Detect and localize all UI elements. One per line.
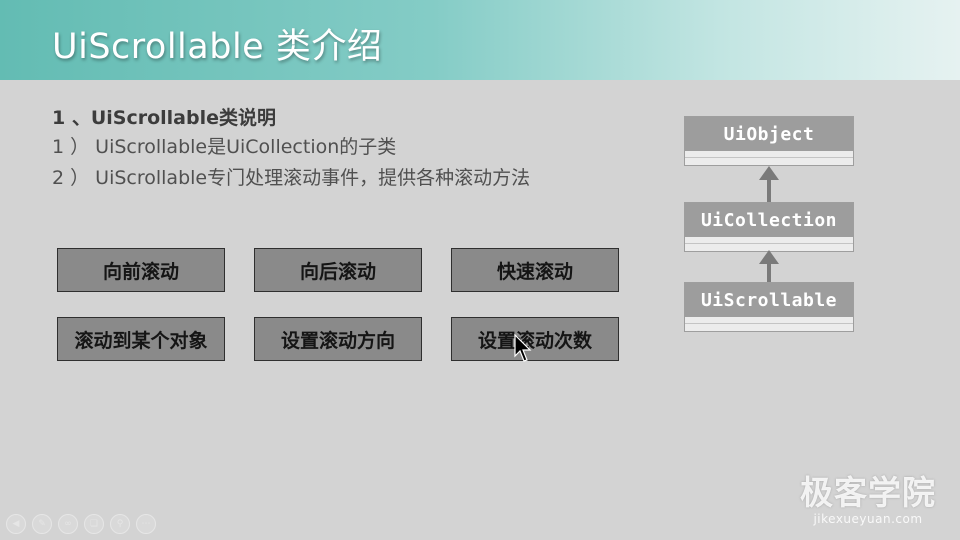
point-1: 1 ） UiScrollable是UiCollection的子类 <box>52 136 397 158</box>
slide-player-controls: ◀ ✎ ∞ ❏ ⚲ ⋯ <box>6 514 156 534</box>
inheritance-arrow-2 <box>767 262 771 282</box>
inheritance-arrow-1 <box>767 178 771 202</box>
set-scroll-count-button[interactable]: 设置滚动次数 <box>451 317 619 361</box>
class-name-uicollection: UiCollection <box>685 203 853 237</box>
title-bar: UiScrollable 类介绍 <box>0 0 960 80</box>
class-name-uiobject: UiObject <box>685 117 853 151</box>
watermark-logo: 极客学院 jikexueyuan.com <box>800 466 936 526</box>
watermark-url: jikexueyuan.com <box>813 512 923 526</box>
slide-title: UiScrollable 类介绍 <box>52 27 383 67</box>
point-2: 2 ） UiScrollable专门处理滚动事件，提供各种滚动方法 <box>52 167 531 189</box>
class-box-uicollection: UiCollection <box>684 202 854 252</box>
zoom-icon[interactable]: ⚲ <box>110 514 130 534</box>
class-divider <box>685 323 853 324</box>
class-divider <box>685 243 853 244</box>
class-divider <box>685 157 853 158</box>
prev-icon[interactable]: ◀ <box>6 514 26 534</box>
class-name-uiscrollable: UiScrollable <box>685 283 853 317</box>
pen-icon[interactable]: ✎ <box>32 514 52 534</box>
class-box-uiobject: UiObject <box>684 116 854 166</box>
link-icon[interactable]: ∞ <box>58 514 78 534</box>
watermark-main: 极客学院 <box>800 473 936 512</box>
set-scroll-direction-button[interactable]: 设置滚动方向 <box>254 317 422 361</box>
scroll-forward-button[interactable]: 向前滚动 <box>57 248 225 292</box>
scroll-into-view-button[interactable]: 滚动到某个对象 <box>57 317 225 361</box>
content-area: 1 、UiScrollable类说明 1 ） UiScrollable是UiCo… <box>52 104 530 194</box>
fling-button[interactable]: 快速滚动 <box>451 248 619 292</box>
more-icon[interactable]: ⋯ <box>136 514 156 534</box>
section-heading: 1 、UiScrollable类说明 <box>52 107 276 129</box>
copy-icon[interactable]: ❏ <box>84 514 104 534</box>
class-box-uiscrollable: UiScrollable <box>684 282 854 332</box>
scroll-backward-button[interactable]: 向后滚动 <box>254 248 422 292</box>
mouse-cursor-icon <box>514 334 532 362</box>
